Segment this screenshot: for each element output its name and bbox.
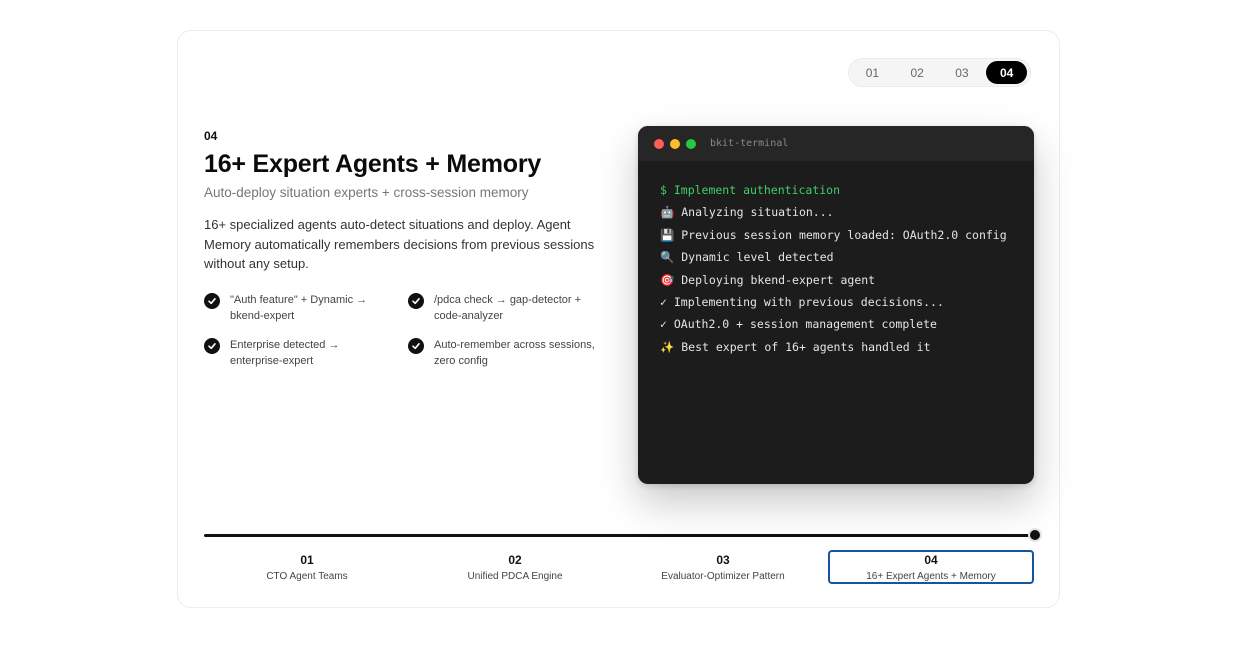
- minimize-dot-icon[interactable]: [670, 138, 680, 149]
- step-pager: 01 02 03 04: [848, 58, 1031, 87]
- terminal-line: ✨ Best expert of 16+ agents handled it: [660, 339, 931, 354]
- terminal-command: $ Implement authentication: [660, 183, 841, 197]
- timeline-step-number: 01: [300, 553, 314, 567]
- timeline-step-02[interactable]: 02 Unified PDCA Engine: [412, 550, 618, 584]
- pager-01[interactable]: 01: [852, 61, 893, 84]
- progress-handle[interactable]: [1028, 528, 1042, 542]
- feature-item: /pdca check → gap-detector + code-analyz…: [408, 292, 598, 324]
- check-icon: [408, 293, 424, 309]
- check-icon: [204, 293, 220, 309]
- timeline-step-01[interactable]: 01 CTO Agent Teams: [204, 550, 410, 584]
- feature-item: "Auth feature" + Dynamic → bkend-expert: [204, 292, 394, 324]
- description: 16+ specialized agents auto-detect situa…: [204, 217, 595, 271]
- timeline-step-number: 04: [924, 553, 938, 567]
- check-icon: [408, 338, 424, 354]
- pager-03[interactable]: 03: [942, 61, 983, 84]
- subtitle: Auto-deploy situation experts + cross-se…: [204, 185, 529, 200]
- terminal-line: 🤖 Analyzing situation...: [660, 205, 834, 220]
- feature-text: Enterprise detected → enterprise-expert: [230, 339, 340, 367]
- pager-04[interactable]: 04: [986, 61, 1027, 84]
- step-number: 04: [204, 129, 218, 143]
- terminal-line: 🎯 Deploying bkend-expert agent: [660, 272, 876, 287]
- timeline-step-03[interactable]: 03 Evaluator-Optimizer Pattern: [620, 550, 826, 584]
- terminal-line: 🔍 Dynamic level detected: [660, 250, 834, 265]
- terminal-title-bar: bkit-terminal: [638, 126, 1034, 161]
- terminal-line: ✓ OAuth2.0 + session management complete: [660, 317, 937, 332]
- maximize-dot-icon[interactable]: [686, 138, 696, 149]
- terminal-title: bkit-terminal: [710, 138, 789, 149]
- page-title: 16+ Expert Agents + Memory: [204, 150, 542, 178]
- pager-02[interactable]: 02: [897, 61, 938, 84]
- terminal-line: ✓ Implementing with previous decisions..…: [660, 294, 944, 309]
- feature-text: /pdca check → gap-detector + code-analyz…: [434, 294, 582, 322]
- timeline-step-number: 02: [508, 553, 522, 567]
- timeline-step-label: Unified PDCA Engine: [467, 571, 563, 582]
- timeline-step-label: 16+ Expert Agents + Memory: [866, 571, 996, 582]
- progress-track: [204, 534, 1036, 537]
- close-dot-icon[interactable]: [654, 138, 664, 149]
- timeline-step-04[interactable]: 04 16+ Expert Agents + Memory: [828, 550, 1034, 584]
- check-icon: [204, 338, 220, 354]
- timeline-step-label: CTO Agent Teams: [266, 571, 348, 582]
- feature-item: Auto-remember across sessions, zero conf…: [408, 337, 598, 369]
- terminal-window: bkit-terminal $ Implement authentication…: [638, 126, 1034, 484]
- terminal-output: $ Implement authentication 🤖 Analyzing s…: [638, 161, 1034, 358]
- feature-text: "Auth feature" + Dynamic → bkend-expert: [230, 294, 368, 322]
- timeline-step-label: Evaluator-Optimizer Pattern: [661, 571, 785, 582]
- feature-text: Auto-remember across sessions, zero conf…: [434, 339, 595, 367]
- feature-item: Enterprise detected → enterprise-expert: [204, 337, 394, 369]
- timeline-step-number: 03: [716, 553, 730, 567]
- terminal-line: 💾 Previous session memory loaded: OAuth2…: [660, 227, 1007, 242]
